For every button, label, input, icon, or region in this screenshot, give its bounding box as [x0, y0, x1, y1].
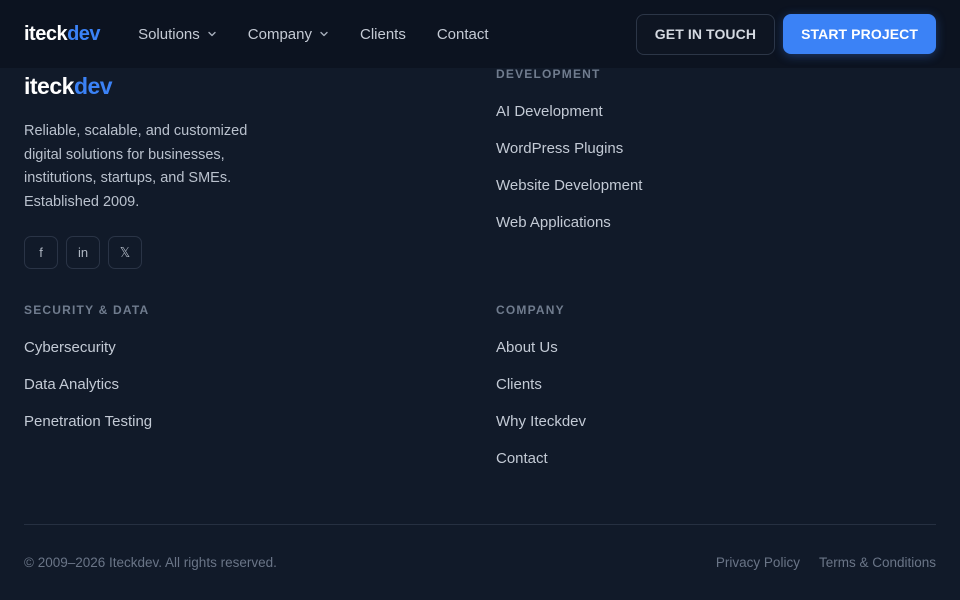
footer-link[interactable]: Website Development [496, 176, 642, 213]
terms-conditions-link[interactable]: Terms & Conditions [819, 555, 936, 570]
logo-accent-text: dev [73, 73, 113, 99]
nav-item-contact[interactable]: Contact [437, 26, 489, 43]
nav-item-label: Company [247, 25, 312, 43]
footer-tagline: Reliable, scalable, and customized digit… [24, 123, 248, 210]
linkedin-icon[interactable]: in [66, 236, 100, 269]
footer-column-company: COMPANY About Us Clients Why Iteckdev Co… [496, 303, 586, 486]
footer-link[interactable]: AI Development [496, 102, 642, 139]
copyright-text: © 2009–2026 Iteckdev. All rights reserve… [24, 555, 277, 570]
nav-item-solutions[interactable]: Solutions [138, 26, 217, 43]
nav-item-label: Clients [359, 25, 406, 43]
get-in-touch-button[interactable]: GET IN TOUCH [635, 13, 776, 55]
column-heading: DEVELOPMENT [496, 67, 601, 81]
footer-link[interactable]: About Us [496, 338, 586, 375]
logo-main-text: iteck [24, 73, 74, 99]
column-heading: SECURITY & DATA [24, 303, 150, 317]
privacy-policy-link[interactable]: Privacy Policy [716, 555, 800, 570]
main-nav: Solutions Company Clients Contact [138, 26, 519, 43]
column-heading: COMPANY [496, 303, 565, 317]
footer-link[interactable]: Cybersecurity [24, 338, 152, 375]
nav-item-clients[interactable]: Clients [360, 26, 406, 43]
footer-link[interactable]: WordPress Plugins [496, 139, 642, 176]
header-actions: GET IN TOUCH START PROJECT [635, 13, 936, 55]
logo-accent-text: dev [67, 22, 101, 45]
column-links: AI Development WordPress Plugins Website… [496, 102, 642, 250]
footer-column-security: SECURITY & DATA Cybersecurity Data Analy… [24, 303, 152, 449]
chevron-down-icon [208, 31, 216, 37]
social-links: f in 𝕏 [24, 236, 150, 269]
chevron-down-icon [320, 31, 328, 37]
footer-divider [24, 524, 936, 525]
site-logo[interactable]: iteckdev [24, 22, 101, 46]
footer-column-development: DEVELOPMENT AI Development WordPress Plu… [496, 67, 642, 250]
column-links: Cybersecurity Data Analytics Penetration… [24, 338, 152, 449]
nav-item-label: Contact [436, 25, 489, 43]
top-navigation-bar: iteckdev Solutions Company Clients Conta… [0, 0, 960, 68]
logo-main-text: iteck [24, 22, 68, 45]
start-project-button[interactable]: START PROJECT [783, 14, 936, 54]
facebook-icon[interactable]: f [24, 236, 58, 269]
footer-logo[interactable]: iteckdev [24, 73, 113, 100]
column-links: About Us Clients Why Iteckdev Contact [496, 338, 586, 486]
footer-link[interactable]: Web Applications [496, 213, 642, 250]
footer-link[interactable]: Contact [496, 449, 586, 486]
footer-link[interactable]: Clients [496, 375, 586, 412]
footer-link[interactable]: Penetration Testing [24, 412, 152, 449]
footer-link[interactable]: Data Analytics [24, 375, 152, 412]
x-icon[interactable]: 𝕏 [108, 236, 142, 269]
legal-links: Privacy Policy Terms & Conditions [697, 555, 936, 570]
footer-link[interactable]: Why Iteckdev [496, 412, 586, 449]
nav-item-label: Solutions [138, 25, 200, 43]
nav-item-company[interactable]: Company [248, 26, 329, 43]
